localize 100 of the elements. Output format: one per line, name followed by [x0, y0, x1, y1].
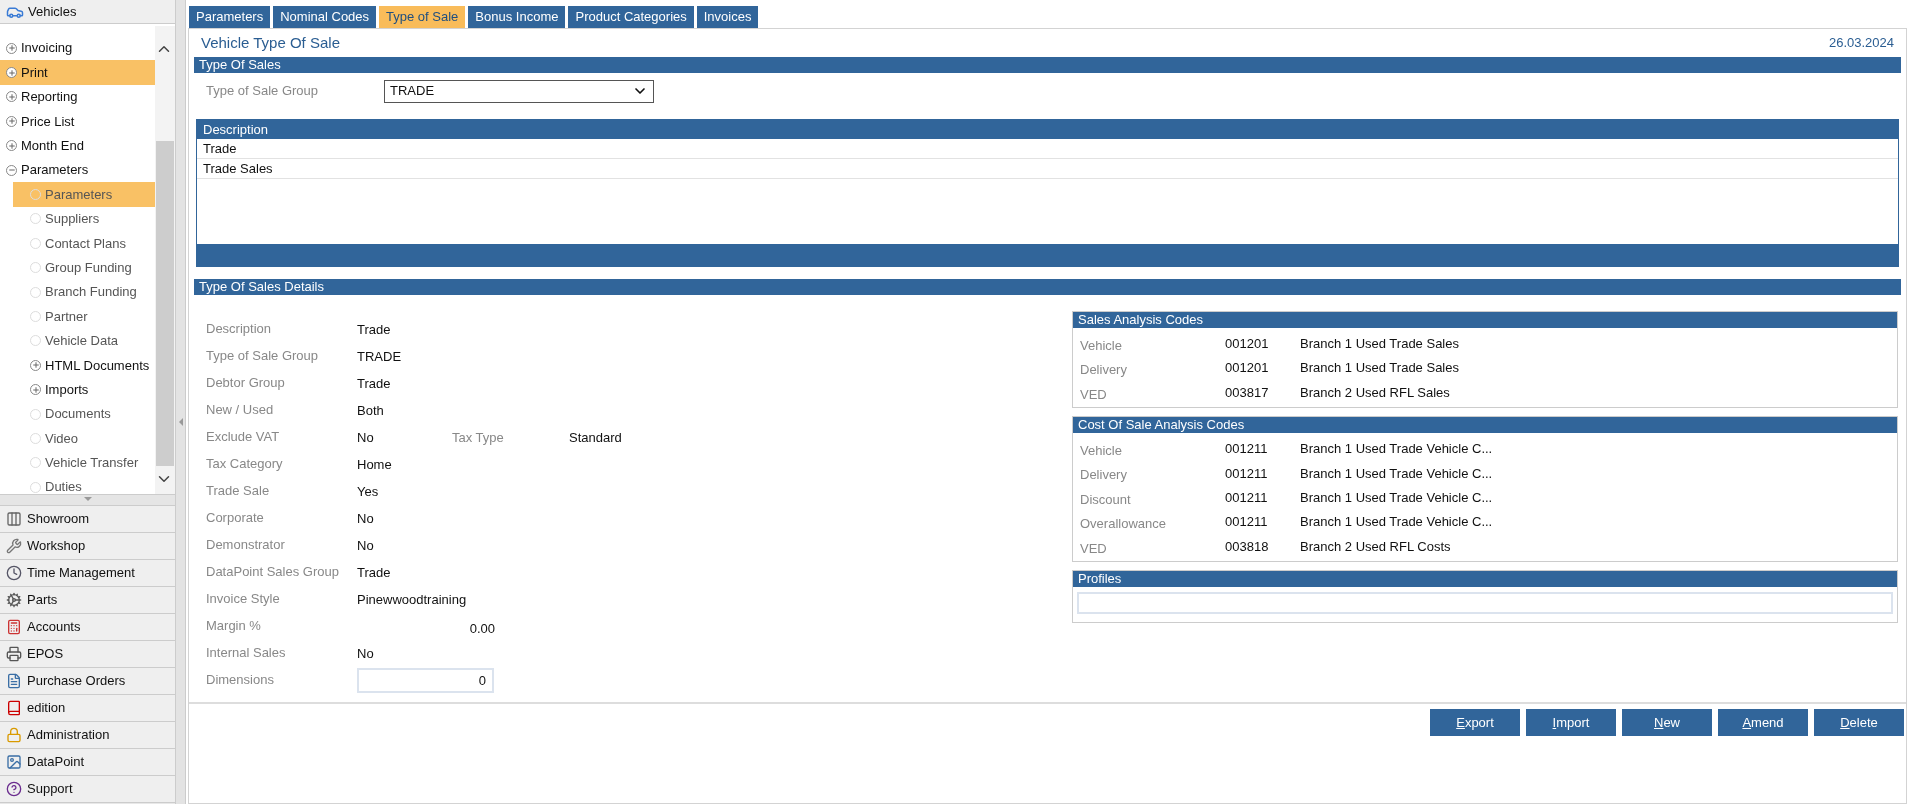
module-button[interactable]: EPOS	[0, 641, 175, 668]
expand-icon[interactable]	[6, 67, 17, 79]
code-description: Branch 1 Used Trade Vehicle C...	[1300, 514, 1493, 530]
tab[interactable]: Bonus Income	[468, 6, 566, 28]
field-value: No	[357, 430, 374, 445]
expand-icon[interactable]	[30, 384, 41, 396]
code-label: Discount	[1080, 490, 1132, 509]
field-value: Pinewwoodtraining	[357, 592, 467, 607]
tree-item[interactable]: Month End	[0, 133, 155, 158]
tree-item[interactable]: Group Funding	[13, 255, 155, 280]
tree-item[interactable]: Imports	[13, 377, 155, 402]
module-icon	[6, 565, 22, 581]
module-icon	[6, 511, 22, 527]
code-number: 003817	[1225, 383, 1269, 402]
tab[interactable]: Product Categories	[568, 6, 694, 28]
sidebar-header[interactable]: Vehicles	[0, 0, 175, 24]
tree-item[interactable]: Duties	[13, 475, 155, 494]
code-description: Branch 1 Used Trade Sales	[1300, 360, 1459, 376]
module-button[interactable]: Parts	[0, 587, 175, 614]
code-number: 001211	[1225, 488, 1268, 507]
module-button[interactable]: Time Management	[0, 560, 175, 587]
section-header: Type Of Sales	[194, 57, 1901, 73]
tree-item[interactable]: Video	[13, 426, 155, 451]
field-label: Tax Type	[452, 429, 505, 447]
tree-item[interactable]: Reporting	[0, 84, 155, 110]
expand-icon[interactable]	[6, 115, 17, 127]
action-button[interactable]: Amend	[1718, 709, 1808, 736]
tree-item[interactable]: Invoicing	[0, 36, 155, 61]
expand-icon[interactable]	[30, 359, 41, 371]
action-button[interactable]: New	[1622, 709, 1712, 736]
tab[interactable]: Nominal Codes	[273, 6, 377, 28]
column-header: Description	[197, 120, 1898, 139]
code-label: VED	[1080, 385, 1108, 404]
tab[interactable]: Invoices	[696, 6, 759, 28]
module-icon	[6, 754, 22, 770]
splitter-arrow-icon[interactable]	[83, 497, 92, 501]
module-button[interactable]: Support	[0, 776, 175, 803]
table-row[interactable]: Trade	[197, 139, 1898, 159]
module-button[interactable]: edition	[0, 695, 175, 722]
action-button[interactable]: Export	[1430, 709, 1520, 736]
field-label: New / Used	[206, 401, 275, 419]
module-icon	[6, 673, 22, 689]
tree-item[interactable]: Vehicle Transfer	[13, 450, 155, 476]
module-icon	[6, 619, 22, 635]
module-icon	[6, 646, 22, 662]
field-label: Exclude VAT	[206, 428, 281, 446]
module-icon	[6, 592, 22, 608]
expand-icon[interactable]	[6, 91, 17, 103]
section-header: Type Of Sales Details	[194, 279, 1901, 295]
tree-item[interactable]: HTML Documents	[13, 353, 155, 378]
section-header: Profiles	[1073, 571, 1897, 588]
field-label: Corporate	[206, 509, 265, 527]
field-value: No	[357, 511, 374, 526]
tree-item[interactable]: Vehicle Data	[13, 328, 155, 354]
tab[interactable]: Parameters	[189, 6, 271, 28]
module-button[interactable]: Accounts	[0, 614, 175, 641]
field-value: No	[357, 538, 374, 553]
tree-item[interactable]: Partner	[13, 304, 155, 329]
profiles-field[interactable]	[1077, 592, 1893, 615]
tree-item[interactable]: Branch Funding	[13, 279, 155, 305]
tree-item[interactable]: Documents	[13, 401, 155, 427]
tab[interactable]: Type of Sale	[379, 6, 466, 28]
module-icon	[6, 538, 22, 554]
field-label: Demonstrator	[206, 536, 286, 554]
code-label: Delivery	[1080, 466, 1128, 485]
field-value: 0.00	[469, 621, 495, 636]
field-label: DataPoint Sales Group	[206, 563, 340, 581]
collapse-icon[interactable]	[6, 164, 17, 176]
module-icon	[6, 700, 22, 716]
module-button[interactable]: DataPoint	[0, 749, 175, 776]
tree-item[interactable]: Parameters	[13, 182, 155, 207]
module-button[interactable]: Showroom	[0, 506, 175, 533]
module-icon	[6, 781, 22, 797]
code-description: Branch 1 Used Trade Sales	[1300, 336, 1459, 351]
code-number: 001201	[1225, 335, 1269, 353]
code-description: Branch 1 Used Trade Vehicle C...	[1300, 489, 1493, 505]
tree-item[interactable]: Print	[0, 60, 155, 85]
expand-icon[interactable]	[6, 42, 17, 54]
field-label: Description	[206, 320, 273, 338]
field-value: TRADE	[357, 349, 402, 364]
module-button[interactable]: Workshop	[0, 533, 175, 560]
module-button[interactable]: Purchase Orders	[0, 668, 175, 695]
field-label: Internal Sales	[206, 644, 287, 662]
collapse-sidebar-icon[interactable]	[178, 418, 183, 426]
tree-item[interactable]: Suppliers	[13, 206, 155, 232]
dimensions-field[interactable]: 0	[357, 668, 494, 693]
tree-item[interactable]: Price List	[0, 109, 155, 134]
action-button[interactable]: Delete	[1814, 709, 1904, 736]
module-button[interactable]: Administration	[0, 722, 175, 749]
action-button[interactable]: Import	[1526, 709, 1616, 736]
group-select[interactable]: TRADE	[384, 79, 654, 103]
field-value: Both	[357, 403, 384, 418]
code-label: Delivery	[1080, 361, 1128, 380]
field-label: Trade Sale	[206, 482, 271, 500]
table-row[interactable]: Trade Sales	[197, 159, 1898, 179]
scrollbar[interactable]	[155, 26, 175, 494]
field-label: Dimensions	[206, 671, 275, 689]
expand-icon[interactable]	[6, 140, 17, 152]
tree-item[interactable]: Parameters	[0, 157, 155, 183]
tree-item[interactable]: Contact Plans	[13, 231, 155, 256]
